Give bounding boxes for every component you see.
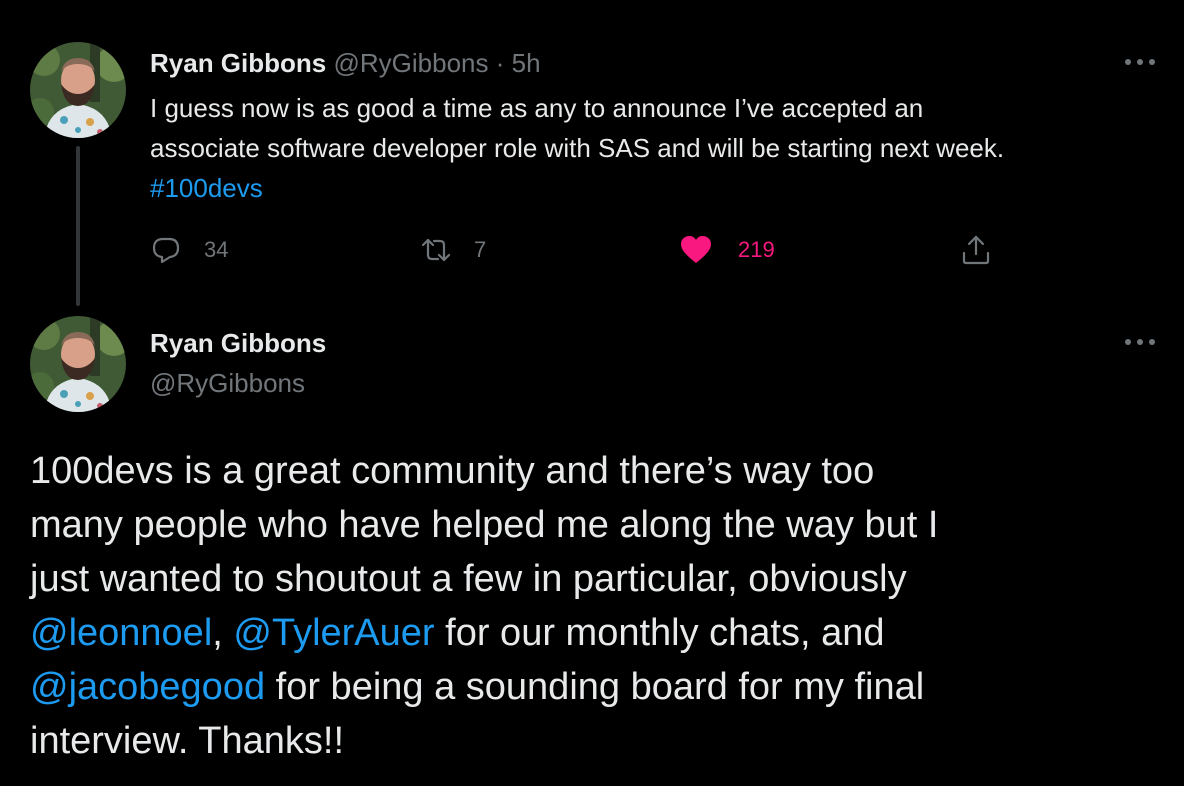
- mention-link[interactable]: @TylerAuer: [233, 612, 434, 654]
- share-button[interactable]: [960, 228, 992, 272]
- author-name[interactable]: Ryan Gibbons: [150, 326, 326, 360]
- tweet-text-line: many people who have helped me along the…: [30, 504, 939, 546]
- author-handle[interactable]: @RyGibbons: [333, 48, 488, 78]
- heart-icon: [681, 236, 711, 263]
- hashtag-link[interactable]: #100devs: [150, 173, 263, 203]
- separator-dot: ·: [495, 48, 505, 78]
- more-icon: [1125, 59, 1155, 65]
- text-separator: ,: [212, 612, 234, 654]
- tweet-text-line: interview. Thanks!!: [30, 720, 345, 762]
- tweet-text-line: @leonnoel, @TylerAuer for our monthly ch…: [30, 606, 1160, 660]
- author-name[interactable]: Ryan Gibbons: [150, 48, 326, 78]
- like-button[interactable]: 219: [680, 228, 775, 272]
- thread-connector-line: [76, 146, 80, 306]
- more-icon: [1125, 339, 1155, 345]
- avatar-image: [30, 42, 126, 138]
- more-options-button[interactable]: [1120, 52, 1160, 72]
- retweet-icon: [421, 238, 451, 262]
- tweet-text-line: associate software developer role with S…: [150, 133, 1005, 163]
- retweet-count: 7: [474, 237, 487, 262]
- reply-icon: [152, 237, 180, 264]
- tweet-thread: Ryan Gibbons @RyGibbons · 5h I guess now…: [0, 0, 1184, 786]
- retweet-button[interactable]: 7: [420, 228, 486, 272]
- tweet-text-line: 100devs is a great community and there’s…: [30, 450, 875, 492]
- tweet-actions: 34 7 219: [150, 228, 1010, 272]
- tweet-timestamp[interactable]: 5h: [512, 48, 541, 78]
- tweet-text-line: I guess now is as good a time as any to …: [150, 93, 924, 123]
- share-icon: [962, 235, 990, 265]
- tweet-text-line: just wanted to shoutout a few in particu…: [30, 558, 907, 600]
- reply-button[interactable]: 34: [150, 228, 228, 272]
- reply-count: 34: [204, 237, 229, 262]
- tweet-text-fragment: for our monthly chats, and: [434, 612, 885, 654]
- tweet-text: I guess now is as good a time as any to …: [150, 88, 1150, 208]
- mention-link[interactable]: @jacobegood: [30, 666, 265, 708]
- tweet-text: 100devs is a great community and there’s…: [30, 444, 1160, 768]
- more-options-button[interactable]: [1120, 332, 1160, 352]
- tweet-text-line: @jacobegood for being a sounding board f…: [30, 660, 1160, 714]
- avatar[interactable]: [30, 42, 126, 138]
- author-handle[interactable]: @RyGibbons: [150, 366, 305, 400]
- avatar[interactable]: [30, 316, 126, 412]
- mention-link[interactable]: @leonnoel: [30, 612, 212, 654]
- avatar-image: [30, 316, 126, 412]
- tweet-header: Ryan Gibbons @RyGibbons · 5h: [150, 46, 541, 80]
- tweet-text-fragment: for being a sounding board for my final: [265, 666, 925, 708]
- like-count: 219: [738, 237, 775, 262]
